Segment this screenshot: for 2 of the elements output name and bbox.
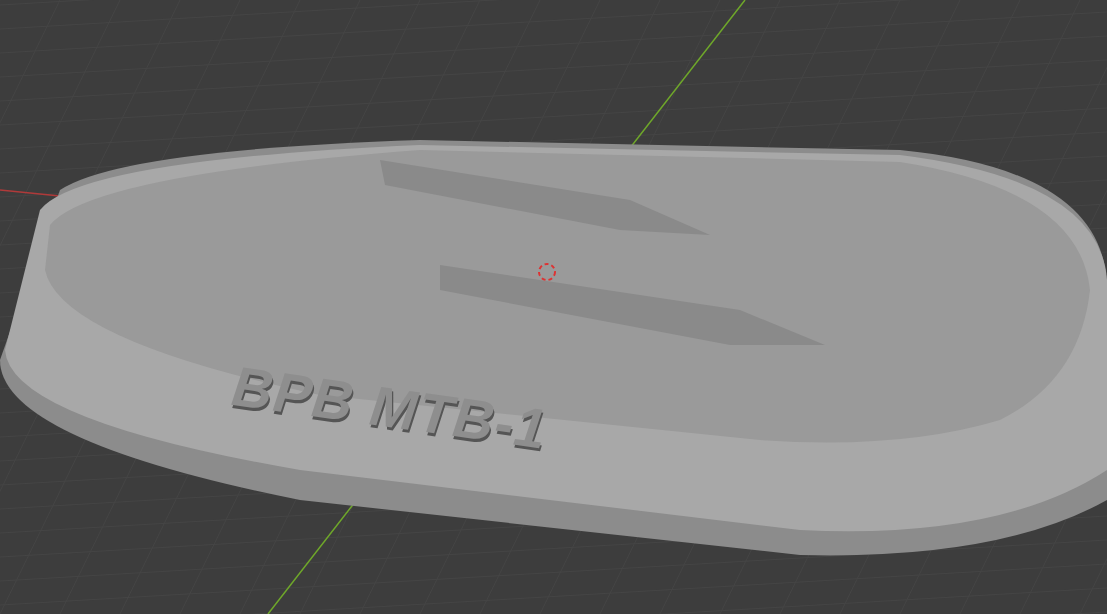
model-label: BPB MTB-1 [223, 355, 558, 461]
x-axis-line [0, 189, 61, 197]
